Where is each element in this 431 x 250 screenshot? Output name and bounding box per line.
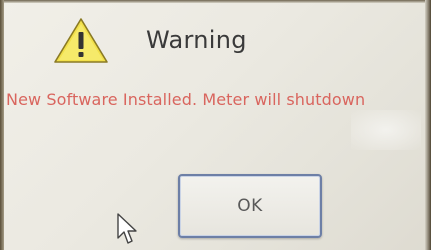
dialog-title: Warning xyxy=(146,26,247,54)
screen-glare xyxy=(351,110,421,150)
ok-button-label: OK xyxy=(237,196,263,216)
mouse-cursor-icon xyxy=(116,212,138,246)
screen: Warning New Software Installed. Meter wi… xyxy=(0,0,431,250)
warning-icon xyxy=(52,16,110,66)
ok-button[interactable]: OK xyxy=(178,174,322,238)
screen-bezel-right xyxy=(425,0,431,250)
dialog-message: New Software Installed. Meter will shutd… xyxy=(6,90,366,109)
screen-bezel-left xyxy=(0,0,4,250)
screen-bezel-top xyxy=(0,0,431,3)
